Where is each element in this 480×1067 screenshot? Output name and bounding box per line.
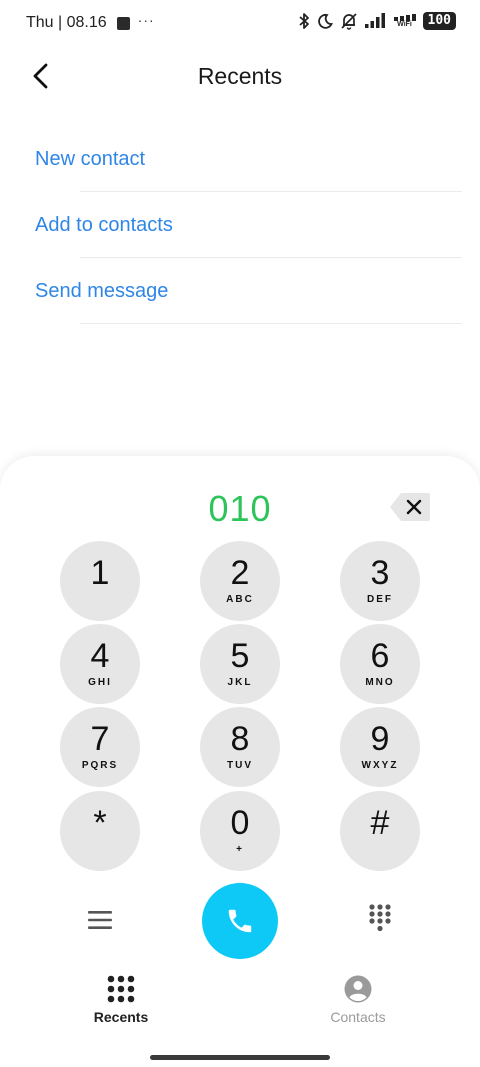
key-hash[interactable]: # [340, 791, 420, 871]
key-digit: 3 [370, 554, 390, 592]
tab-recents-label: Recents [93, 1009, 149, 1025]
key-digit: 2 [230, 554, 250, 592]
menu-icon [88, 911, 112, 929]
phone-call-icon [228, 909, 252, 933]
key-digit: 0 [230, 804, 250, 842]
divider [80, 323, 462, 324]
tab-contacts-label: Contacts [330, 1009, 386, 1025]
new-contact-label: New contact [35, 148, 146, 170]
key-letters: MNO [365, 677, 395, 688]
keypad-icon [369, 904, 391, 932]
key-digit: 5 [230, 637, 250, 675]
status-bar: Thu | 08.16 ··· WiFi 100 [0, 0, 480, 48]
person-circle-icon [344, 975, 372, 1003]
add-to-contacts-action[interactable]: Add to contacts [0, 192, 480, 258]
key-digit: 9 [370, 720, 390, 758]
key-star[interactable]: * [60, 791, 140, 871]
home-indicator [150, 1055, 330, 1060]
key-7[interactable]: 7 PQRS [60, 707, 140, 787]
action-list: New contact Add to contacts Send message [0, 126, 480, 324]
key-digit: 4 [90, 637, 110, 675]
wifi-icon: WiFi [393, 14, 416, 28]
notification-square-icon [116, 16, 130, 30]
page-title: Recents [197, 63, 283, 89]
wifi-label: WiFi [397, 21, 412, 28]
key-letters: PQRS [81, 760, 119, 771]
key-letters: DEF [367, 594, 393, 605]
key-2[interactable]: 2 ABC [200, 541, 280, 621]
key-letters: WXYZ [361, 760, 399, 771]
send-message-action[interactable]: Send message [0, 258, 480, 324]
moon-icon [317, 13, 333, 29]
key-letters: ABC [226, 594, 254, 605]
key-letters: GHI [88, 677, 112, 688]
key-digit: 6 [370, 637, 390, 675]
bluetooth-icon [298, 13, 309, 29]
signal-icon [364, 13, 385, 28]
key-8[interactable]: 8 TUV [200, 707, 280, 787]
key-digit: * [93, 804, 107, 842]
status-overflow: ··· [137, 12, 155, 28]
key-4[interactable]: 4 GHI [60, 624, 140, 704]
add-to-contacts-label: Add to contacts [35, 214, 173, 236]
key-6[interactable]: 6 MNO [340, 624, 420, 704]
tab-recents[interactable]: Recents [61, 975, 181, 1035]
menu-button[interactable] [82, 902, 118, 938]
bell-muted-icon [340, 13, 357, 30]
key-digit: 1 [90, 554, 110, 592]
send-message-label: Send message [35, 280, 169, 302]
new-contact-action[interactable]: New contact [0, 126, 480, 192]
key-3[interactable]: 3 DEF [340, 541, 420, 621]
key-5[interactable]: 5 JKL [200, 624, 280, 704]
key-digit: 8 [230, 720, 250, 758]
battery-icon: 100 [422, 12, 456, 30]
header: Recents [0, 52, 480, 102]
key-letters: TUV [227, 760, 253, 771]
key-digit: # [370, 804, 390, 842]
key-9[interactable]: 9 WXYZ [340, 707, 420, 787]
status-right: WiFi 100 [298, 12, 456, 30]
keypad-toggle-button[interactable] [362, 900, 398, 936]
key-letters: JKL [227, 677, 253, 688]
key-1[interactable]: 1 [60, 541, 140, 621]
backspace-button[interactable] [389, 492, 431, 522]
key-0[interactable]: 0 + [200, 791, 280, 871]
tab-contacts[interactable]: Contacts [298, 975, 418, 1035]
status-time: Thu | 08.16 [26, 14, 107, 31]
call-button[interactable] [202, 883, 278, 959]
keypad-grid-icon [107, 975, 135, 1003]
status-left: Thu | 08.16 ··· [26, 12, 155, 32]
backspace-icon [390, 493, 430, 521]
key-letters: + [236, 844, 244, 855]
key-digit: 7 [90, 720, 110, 758]
